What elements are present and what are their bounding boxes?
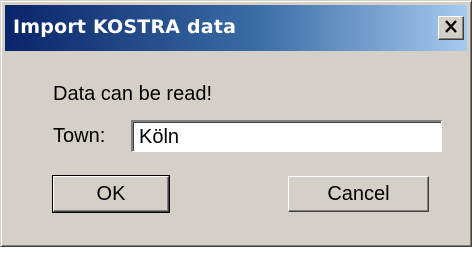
window-title: Import KOSTRA data	[13, 16, 237, 38]
status-message: Data can be read!	[53, 83, 212, 105]
town-label: Town:	[53, 125, 106, 147]
import-dialog: Import KOSTRA data Data can be read! Tow…	[0, 0, 472, 247]
cancel-button-label: Cancel	[327, 182, 390, 205]
title-bar[interactable]: Import KOSTRA data	[5, 5, 467, 51]
ok-button[interactable]: OK	[52, 175, 170, 213]
close-icon	[444, 19, 458, 37]
ok-button-label: OK	[96, 182, 126, 205]
town-value: Köln	[139, 126, 180, 148]
town-input[interactable]: Köln	[131, 120, 442, 152]
close-button[interactable]	[438, 16, 464, 40]
cancel-button[interactable]: Cancel	[288, 176, 429, 212]
